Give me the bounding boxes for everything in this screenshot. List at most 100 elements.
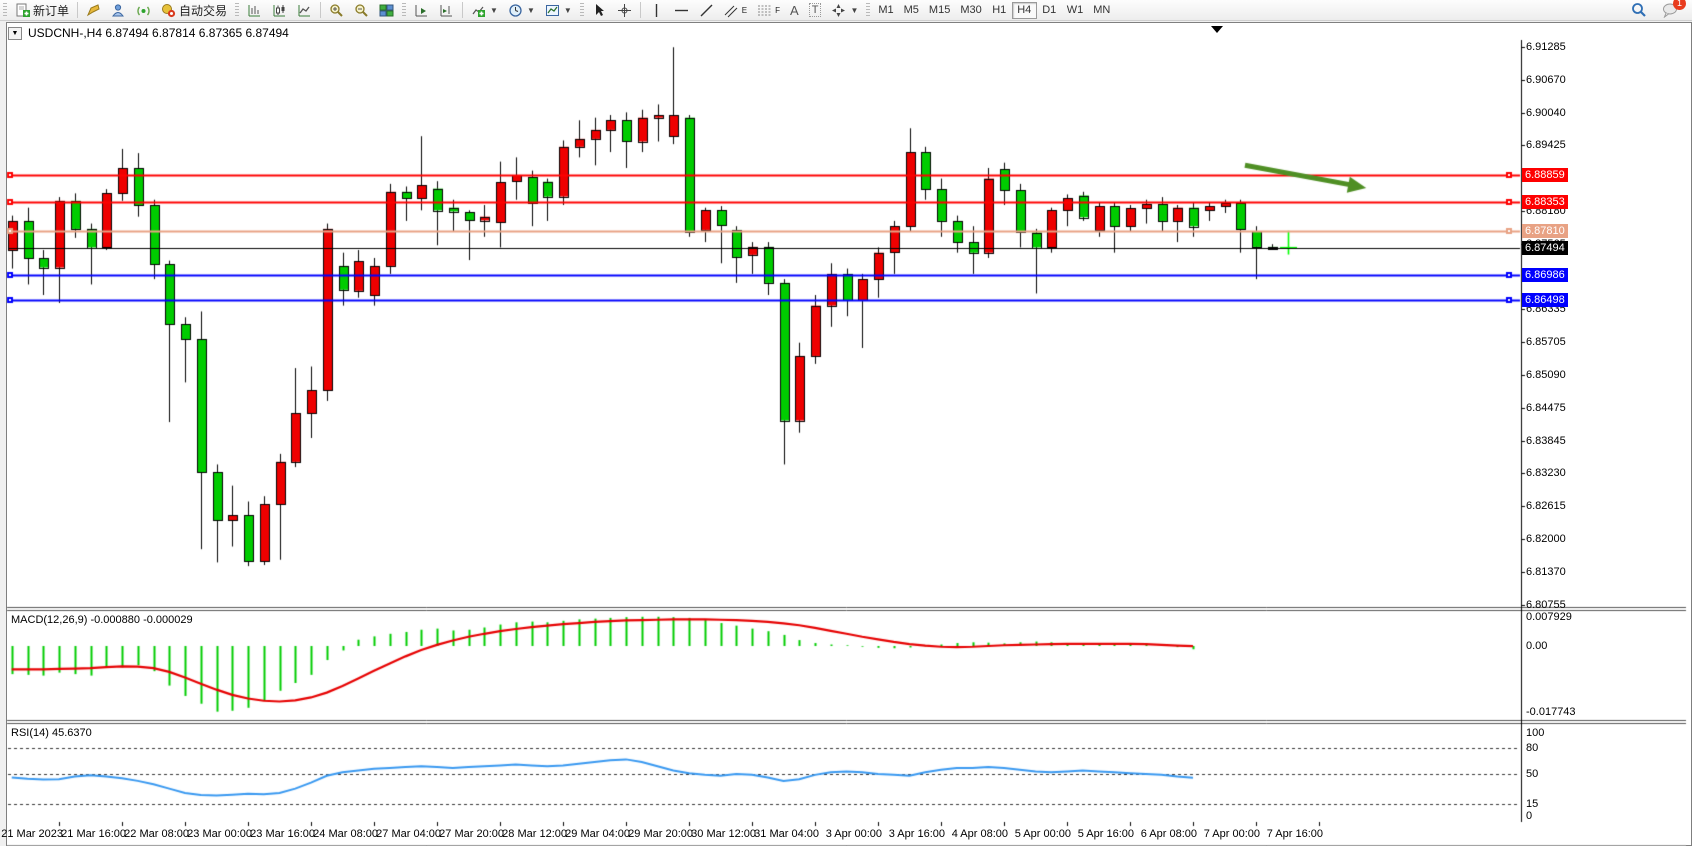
toolbar-grip[interactable] <box>580 3 584 18</box>
toolbar-grip[interactable] <box>3 3 7 18</box>
pencil-icon <box>86 3 101 18</box>
person-icon <box>111 3 126 18</box>
clock-icon <box>508 3 523 18</box>
fibo-tool-sub-label: F <box>775 6 780 15</box>
indicators-button[interactable]: ▼ <box>466 1 503 20</box>
price-line-badge: 6.87810 <box>1522 224 1568 238</box>
price-line-badge: 6.86986 <box>1522 268 1568 282</box>
timeframe-m5-button[interactable]: M5 <box>899 2 924 19</box>
crosshair-icon <box>617 3 632 18</box>
scroll-to-end-marker-icon[interactable] <box>1211 26 1223 33</box>
axis-tick-label: 6.83230 <box>1526 467 1566 479</box>
trendline-icon <box>699 3 714 18</box>
autotrade-icon <box>161 3 176 18</box>
trendline-tool-button[interactable] <box>694 1 719 20</box>
chart-title: USDCNH-,H4 6.87494 6.87814 6.87365 6.874… <box>28 26 289 40</box>
candlestick-chart-type-button[interactable] <box>267 1 292 20</box>
horizontal-line-icon <box>674 3 689 18</box>
axis-tick-label: 7 Apr 16:00 <box>1243 828 1323 840</box>
zoom-in-icon <box>329 3 344 18</box>
chevron-down-icon: ▼ <box>564 6 572 15</box>
tile-windows-icon <box>379 3 394 18</box>
axis-tick-label: 6.89425 <box>1526 139 1566 151</box>
text-tool-button[interactable]: A <box>785 1 804 20</box>
channel-tool-sub-label: E <box>742 6 747 15</box>
timeframe-m30-button[interactable]: M30 <box>955 2 986 19</box>
toolbar-separator <box>320 2 321 18</box>
chevron-down-icon: ▼ <box>490 6 498 15</box>
line-chart-icon <box>297 3 312 18</box>
arrows-icon <box>831 3 846 18</box>
axis-tick-label: 6.85090 <box>1526 369 1566 381</box>
axis-tick-label: 6.84475 <box>1526 402 1566 414</box>
horizontal-line-tool-button[interactable] <box>669 1 694 20</box>
axis-tick-label: 6.90040 <box>1526 107 1566 119</box>
vertical-line-tool-button[interactable] <box>644 1 669 20</box>
price-line-badge: 6.88353 <box>1522 195 1568 209</box>
chart-shift-button[interactable] <box>434 1 459 20</box>
timeframe-m1-button[interactable]: M1 <box>873 2 898 19</box>
macd-indicator-label: MACD(12,26,9) -0.000880 -0.000029 <box>11 614 193 626</box>
toolbar-grip[interactable] <box>235 3 239 18</box>
search-button[interactable] <box>1626 1 1651 20</box>
fibonacci-icon <box>757 3 772 18</box>
timeframe-w1-button[interactable]: W1 <box>1062 2 1089 19</box>
new-order-button[interactable]: 新订单 <box>10 1 74 20</box>
toolbar-grip[interactable] <box>402 3 406 18</box>
chat-button[interactable]: 1 <box>1657 1 1682 20</box>
auto-trading-label: 自动交易 <box>179 2 227 19</box>
line-chart-type-button[interactable] <box>292 1 317 20</box>
main-toolbar: 新订单 自动交易 <box>0 0 1692 21</box>
channel-icon <box>724 3 739 18</box>
auto-trading-button[interactable]: 自动交易 <box>156 1 232 20</box>
symbol-dropdown-button[interactable]: ▼ <box>8 27 22 40</box>
price-line-badge: 6.86498 <box>1522 293 1568 307</box>
templates-button[interactable]: ▼ <box>540 1 577 20</box>
timeframe-d1-button[interactable]: D1 <box>1037 2 1062 19</box>
axis-tick-label: 15 <box>1526 798 1538 810</box>
vertical-line-icon <box>649 3 664 18</box>
axis-labels-layer: 6.912856.906706.900406.894256.881806.875… <box>0 0 1692 846</box>
text-label-tool-button[interactable]: T <box>804 1 827 20</box>
template-icon <box>545 3 560 18</box>
bar-chart-icon <box>247 3 262 18</box>
arrows-tool-button[interactable]: ▼ <box>826 1 863 20</box>
market-watch-button[interactable] <box>106 1 131 20</box>
axis-tick-label: 6.91285 <box>1526 41 1566 53</box>
equidistant-channel-tool-button[interactable]: E <box>719 1 752 20</box>
cursor-icon <box>592 3 607 18</box>
axis-tick-label: 6.82000 <box>1526 533 1566 545</box>
toolbar-grip[interactable] <box>866 3 870 18</box>
axis-tick-label: 0.007929 <box>1526 611 1572 623</box>
cursor-tool-button[interactable] <box>587 1 612 20</box>
candlestick-chart-icon <box>272 3 287 18</box>
axis-tick-label: 50 <box>1526 768 1538 780</box>
chart-shift-icon <box>439 3 454 18</box>
chevron-down-icon: ▼ <box>850 6 858 15</box>
timeframe-mn-button[interactable]: MN <box>1088 2 1115 19</box>
fibonacci-tool-button[interactable]: F <box>752 1 785 20</box>
price-line-badge: 6.88859 <box>1522 168 1568 182</box>
auto-scroll-button[interactable] <box>409 1 434 20</box>
auto-scroll-icon <box>414 3 429 18</box>
timeframe-h4-button[interactable]: H4 <box>1012 2 1037 19</box>
timeframe-m15-button[interactable]: M15 <box>924 2 955 19</box>
toolbar-separator <box>640 2 641 18</box>
text-tool-label: A <box>790 3 799 18</box>
zoom-in-button[interactable] <box>324 1 349 20</box>
toolbar-separator <box>462 2 463 18</box>
periods-button[interactable]: ▼ <box>503 1 540 20</box>
axis-tick-label: 80 <box>1526 742 1538 754</box>
bar-chart-type-button[interactable] <box>242 1 267 20</box>
axis-tick-label: 6.82615 <box>1526 500 1566 512</box>
tile-windows-button[interactable] <box>374 1 399 20</box>
crosshair-tool-button[interactable] <box>612 1 637 20</box>
chart-profile-button[interactable] <box>81 1 106 20</box>
axis-tick-label: 0 <box>1526 810 1532 822</box>
notification-badge: 1 <box>1673 0 1686 10</box>
chart-title-row: ▼ USDCNH-,H4 6.87494 6.87814 6.87365 6.8… <box>8 25 289 41</box>
label-tool-label: T <box>809 3 822 17</box>
zoom-out-button[interactable] <box>349 1 374 20</box>
signal-button[interactable] <box>131 1 156 20</box>
timeframe-h1-button[interactable]: H1 <box>987 2 1012 19</box>
